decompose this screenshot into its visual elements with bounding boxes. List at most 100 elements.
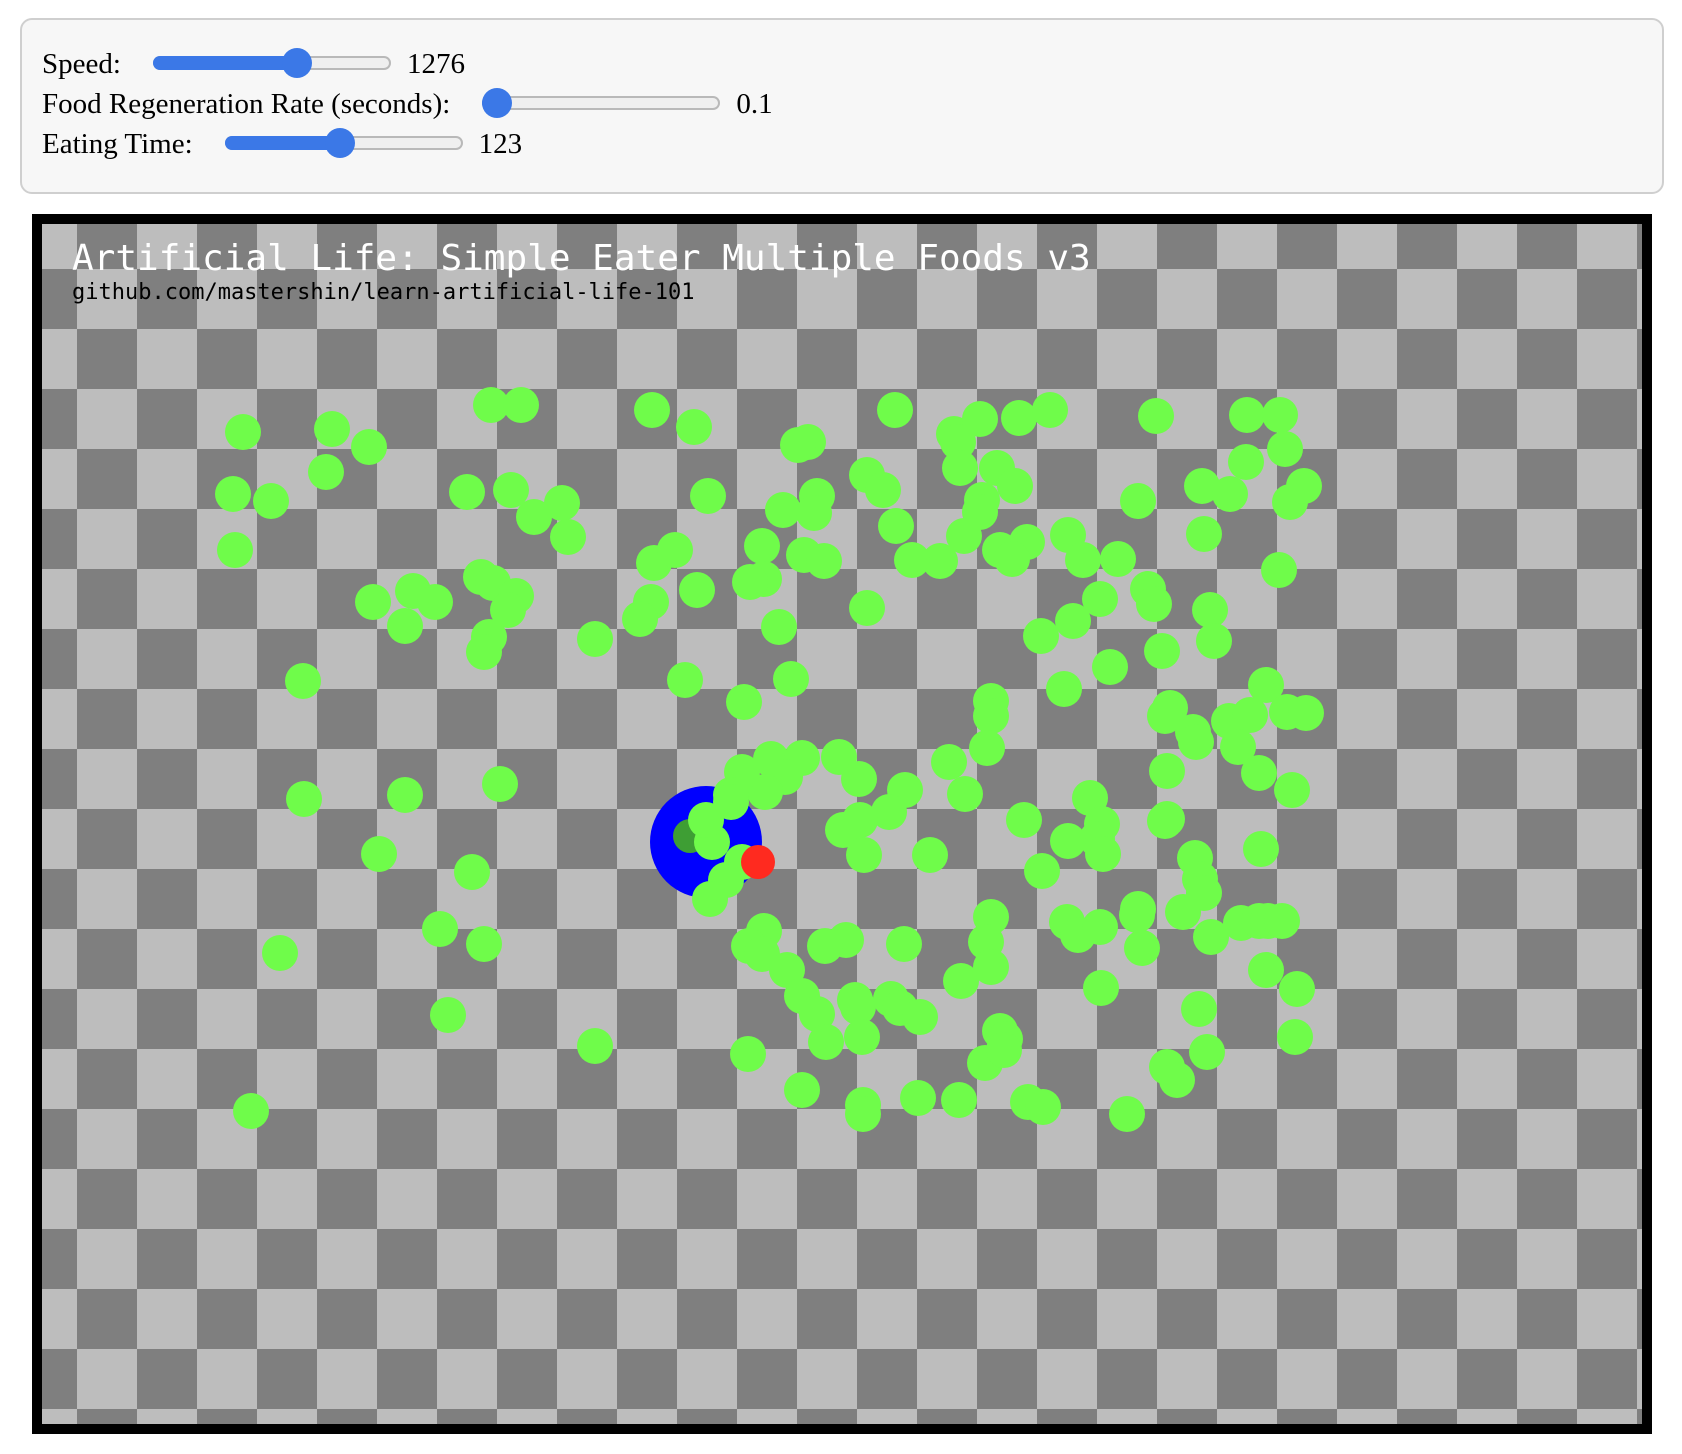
checker-tile <box>1577 749 1637 809</box>
checker-tile <box>1517 1109 1577 1169</box>
checker-tile <box>1637 1169 1642 1229</box>
checker-tile <box>1577 569 1637 629</box>
food-pellet <box>1212 476 1248 512</box>
checker-tile <box>1217 224 1277 269</box>
checker-tile <box>1397 1289 1457 1349</box>
checker-tile <box>797 1229 857 1289</box>
checker-tile <box>737 1109 797 1169</box>
food-pellet <box>912 837 948 873</box>
checker-tile <box>257 389 317 449</box>
checker-tile <box>557 1169 617 1229</box>
checker-tile <box>137 449 197 509</box>
checker-tile <box>1397 809 1457 869</box>
food-pellet <box>726 684 762 720</box>
checker-tile <box>1037 1409 1097 1424</box>
food-pellet <box>387 608 423 644</box>
checker-tile <box>797 1169 857 1229</box>
food-pellet <box>577 621 613 657</box>
checker-tile <box>1457 269 1517 329</box>
checker-tile <box>1577 1289 1637 1349</box>
food-pellet <box>986 1032 1022 1068</box>
checker-tile <box>377 989 437 1049</box>
food-pellet <box>1144 633 1180 669</box>
food-pellet <box>865 472 901 508</box>
checker-tile <box>1637 329 1642 389</box>
checker-tile <box>42 569 77 629</box>
checker-tile <box>197 689 257 749</box>
checker-tile <box>197 1169 257 1229</box>
checker-tile <box>1517 509 1577 569</box>
checker-tile <box>1277 329 1337 389</box>
checker-tile <box>197 629 257 689</box>
speed-slider-thumb[interactable] <box>281 48 312 78</box>
checker-tile <box>257 1349 317 1409</box>
food-pellet <box>877 392 913 428</box>
checker-tile <box>857 869 917 929</box>
checker-tile <box>77 929 137 989</box>
checker-tile <box>137 1049 197 1109</box>
simulation-canvas[interactable] <box>42 224 1642 1424</box>
checker-tile <box>1457 809 1517 869</box>
checker-tile <box>1397 569 1457 629</box>
checker-tile <box>257 1289 317 1349</box>
checker-tile <box>42 1109 77 1169</box>
checker-tile <box>1637 1049 1642 1109</box>
checker-tile <box>42 929 77 989</box>
checker-tile <box>77 569 137 629</box>
checker-tile <box>437 329 497 389</box>
checker-tile <box>1637 989 1642 1049</box>
food-pellet <box>973 949 1009 985</box>
food-pellet <box>217 532 253 568</box>
checker-tile <box>1637 269 1642 329</box>
food-pellet <box>1092 649 1128 685</box>
checker-tile <box>377 389 437 449</box>
checker-tile <box>317 509 377 569</box>
checker-tile <box>1277 1109 1337 1169</box>
checker-tile <box>1037 1289 1097 1349</box>
checker-tile <box>42 809 77 869</box>
checker-tile <box>497 929 557 989</box>
simulation-title: Artificial Life: Simple Eater Multiple F… <box>72 238 1091 279</box>
checker-tile <box>1397 269 1457 329</box>
food-regen-slider-thumb[interactable] <box>482 88 513 118</box>
checker-tile <box>557 749 617 809</box>
checker-tile <box>677 1229 737 1289</box>
eating-time-slider[interactable] <box>224 124 463 164</box>
food-pellet <box>902 999 938 1035</box>
checker-tile <box>1637 449 1642 509</box>
checker-tile <box>317 1049 377 1109</box>
food-pellet <box>449 474 485 510</box>
checker-tile <box>617 1349 677 1409</box>
checker-tile <box>1337 989 1397 1049</box>
checker-tile <box>257 1409 317 1424</box>
speed-slider[interactable] <box>152 44 391 84</box>
checker-tile <box>737 1349 797 1409</box>
checker-tile <box>1337 509 1397 569</box>
checker-tile <box>917 869 977 929</box>
checker-tile <box>1457 509 1517 569</box>
checker-tile <box>1037 1169 1097 1229</box>
checker-tile <box>1217 1049 1277 1109</box>
food-pellet <box>1050 823 1086 859</box>
food-pellet <box>692 881 728 917</box>
food-pellet <box>780 427 816 463</box>
eating-time-slider-thumb[interactable] <box>324 128 355 158</box>
speed-slider-fill <box>152 56 297 70</box>
food-pellet <box>900 1080 936 1116</box>
food-regen-slider[interactable] <box>482 84 721 124</box>
checker-tile <box>557 1109 617 1169</box>
checker-tile <box>617 749 677 809</box>
checker-tile <box>677 1049 737 1109</box>
checker-tile <box>1037 329 1097 389</box>
checker-tile <box>1277 1169 1337 1229</box>
checker-tile <box>617 929 677 989</box>
checker-tile <box>1277 1049 1337 1109</box>
food-pellet <box>732 564 768 600</box>
food-pellet <box>503 387 539 423</box>
checker-tile <box>42 1289 77 1349</box>
food-pellet <box>1147 803 1183 839</box>
checker-tile <box>1217 989 1277 1049</box>
checker-tile <box>497 329 557 389</box>
food-pellet <box>285 663 321 699</box>
checker-tile <box>1457 689 1517 749</box>
